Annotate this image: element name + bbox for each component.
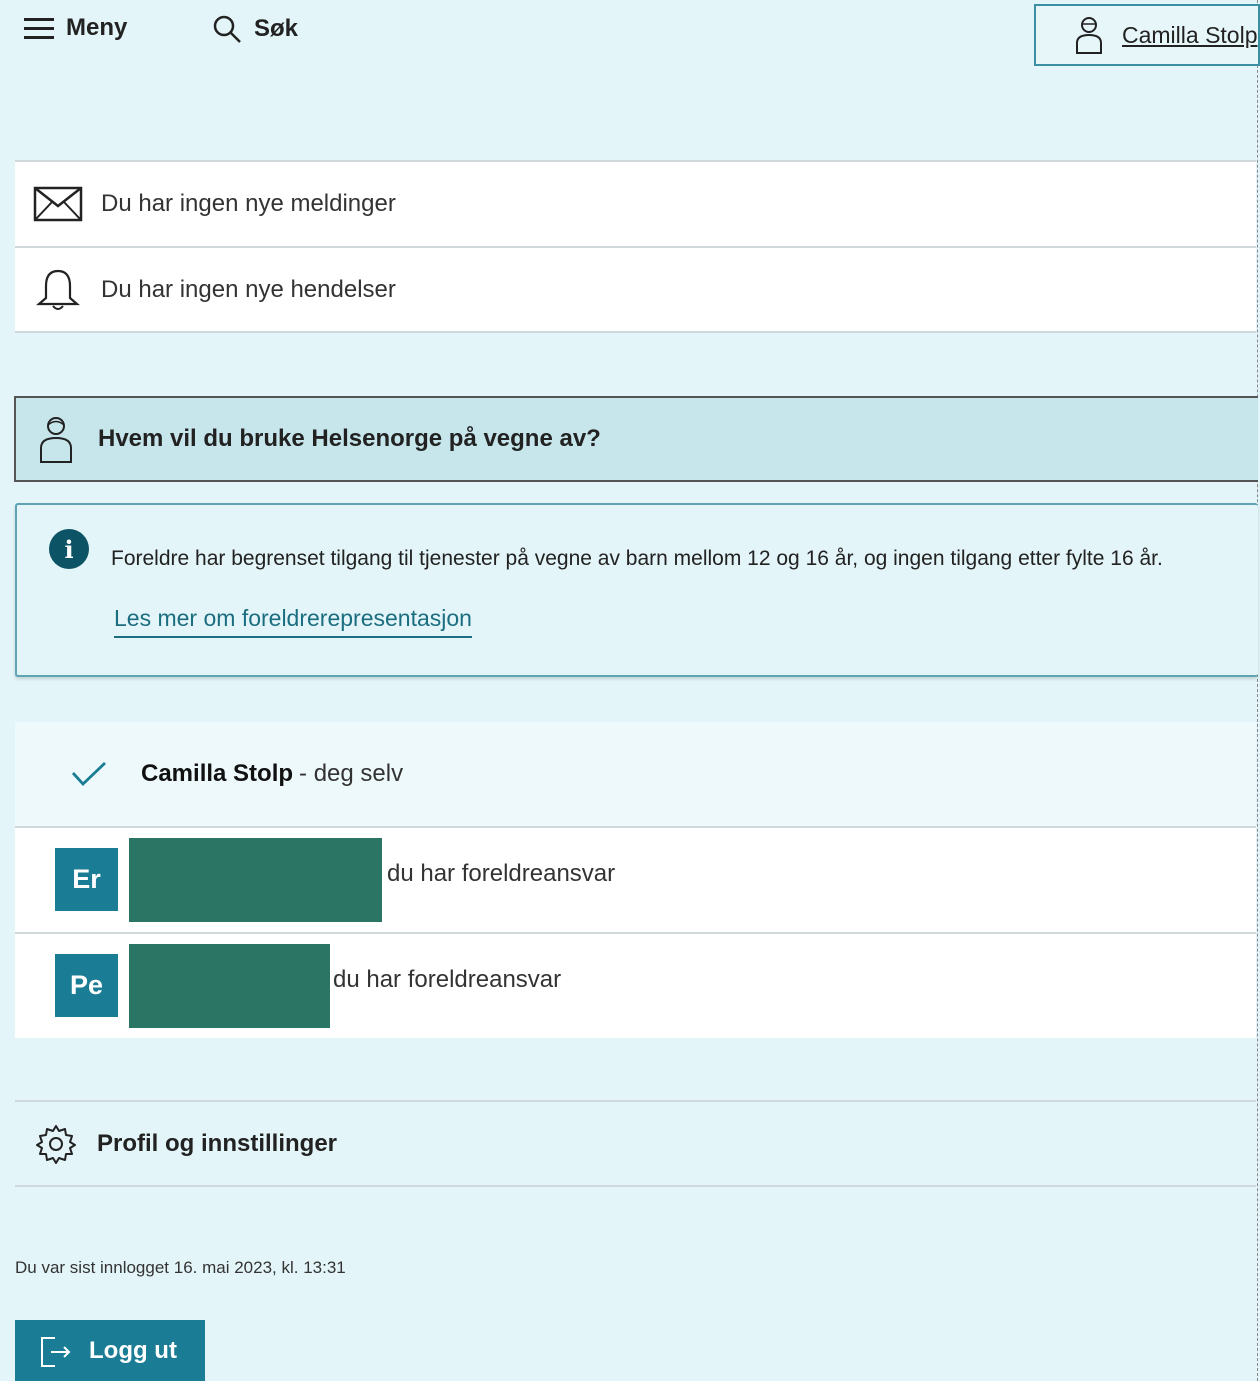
menu-button[interactable]: Meny bbox=[24, 14, 127, 42]
child-option[interactable]: Pe du har foreldreansvar bbox=[15, 934, 1256, 1038]
redacted-name bbox=[129, 944, 330, 1028]
avatar: Er bbox=[55, 848, 118, 911]
page-edge bbox=[1257, 0, 1258, 1381]
hamburger-icon bbox=[24, 18, 54, 39]
info-text: Foreldre har begrenset tilgang til tjene… bbox=[111, 547, 1163, 570]
search-button[interactable]: Søk bbox=[212, 14, 298, 44]
last-login-text: Du var sist innlogget 16. mai 2023, kl. … bbox=[15, 1258, 346, 1277]
events-row[interactable]: Du har ingen nye hendelser bbox=[15, 248, 1256, 332]
representation-heading: Hvem vil du bruke Helsenorge på vegne av… bbox=[98, 425, 601, 452]
profile-label: Profil og innstillinger bbox=[97, 1130, 337, 1157]
profile-settings-link[interactable]: Profil og innstillinger bbox=[15, 1102, 1256, 1186]
bell-icon bbox=[36, 269, 80, 310]
messages-text: Du har ingen nye meldinger bbox=[101, 190, 396, 217]
logout-button[interactable]: Logg ut bbox=[15, 1320, 205, 1381]
avatar: Pe bbox=[55, 954, 118, 1017]
representation-header[interactable]: Hvem vil du bruke Helsenorge på vegne av… bbox=[14, 396, 1258, 482]
child-suffix: du har foreldreansvar bbox=[333, 966, 562, 993]
info-icon: i bbox=[49, 529, 89, 569]
parent-representation-link[interactable]: Les mer om foreldrerepresentasjon bbox=[114, 605, 472, 638]
self-suffix: - deg selv bbox=[299, 760, 404, 787]
envelope-icon bbox=[33, 186, 83, 222]
self-name: Camilla Stolp bbox=[141, 760, 294, 787]
redacted-name bbox=[129, 838, 382, 922]
logout-icon bbox=[41, 1336, 71, 1367]
info-panel: i Foreldre har begrenset tilgang til tje… bbox=[15, 503, 1258, 677]
search-label: Søk bbox=[254, 15, 299, 42]
divider bbox=[15, 1185, 1256, 1187]
user-name: Camilla Stolp bbox=[1122, 21, 1258, 48]
child-suffix: du har foreldreansvar bbox=[387, 860, 616, 887]
person-icon bbox=[40, 417, 72, 463]
user-button[interactable]: Camilla Stolp bbox=[1034, 4, 1260, 66]
person-icon bbox=[1076, 17, 1102, 54]
events-text: Du har ingen nye hendelser bbox=[101, 276, 396, 303]
self-option[interactable]: Camilla Stolp - deg selv bbox=[15, 722, 1256, 826]
messages-row[interactable]: Du har ingen nye meldinger bbox=[15, 162, 1256, 246]
search-icon bbox=[213, 15, 241, 43]
child-option[interactable]: Er du har foreldreansvar bbox=[15, 828, 1256, 932]
menu-label: Meny bbox=[66, 14, 128, 41]
gear-icon bbox=[36, 1125, 76, 1164]
top-bar: Meny Søk Camilla Stolp bbox=[0, 0, 1260, 70]
divider bbox=[15, 331, 1256, 333]
logout-label: Logg ut bbox=[89, 1336, 177, 1364]
checkmark-icon bbox=[71, 761, 106, 787]
